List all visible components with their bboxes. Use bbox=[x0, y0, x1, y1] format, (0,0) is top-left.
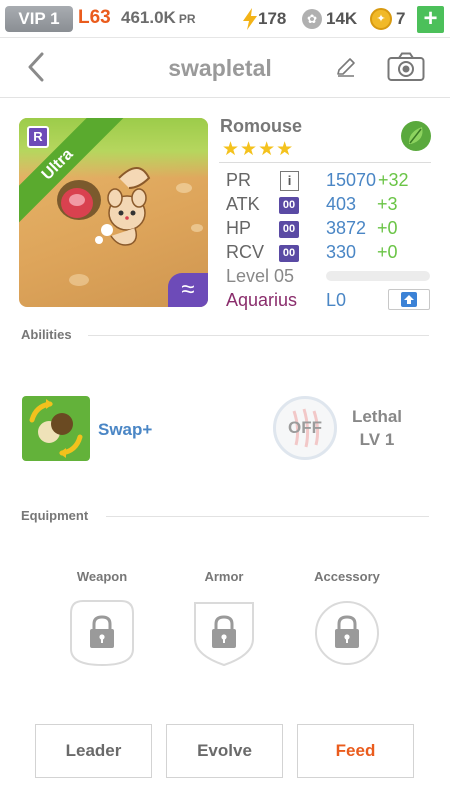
paw-icon: ✿ bbox=[302, 9, 322, 29]
player-level: L63 bbox=[78, 7, 111, 28]
passive-ability-name: Lethal bbox=[351, 407, 403, 426]
experience-bar bbox=[326, 271, 430, 281]
passive-ability-toggle[interactable]: OFF bbox=[273, 396, 337, 460]
armor-label: Armor bbox=[204, 569, 244, 584]
coin-counter[interactable]: ✦ 7 bbox=[370, 6, 405, 32]
stat-value: 330 bbox=[326, 242, 357, 262]
creature-name: Romouse bbox=[220, 116, 303, 136]
upgrade-sign-button[interactable] bbox=[388, 289, 430, 310]
feed-button[interactable]: Feed bbox=[297, 724, 414, 778]
active-ability-name[interactable]: Swap+ bbox=[98, 420, 152, 440]
divider bbox=[88, 335, 429, 336]
stat-row-hp: HP 00 3872 +0 bbox=[226, 218, 436, 242]
stat-value: 15070 bbox=[326, 170, 377, 190]
creature-level: Level 05 bbox=[226, 266, 295, 286]
page-title: swapletal bbox=[168, 55, 272, 81]
stat-row-rcv: RCV 00 330 +0 bbox=[226, 242, 436, 266]
stat-value: 3872 bbox=[326, 218, 367, 238]
armor-slot[interactable] bbox=[191, 599, 257, 667]
leaf-icon bbox=[401, 121, 431, 151]
star-rating: ★★★★ bbox=[222, 139, 295, 160]
equipment-heading: Equipment bbox=[21, 508, 89, 523]
stat-bonus: +32 bbox=[378, 170, 409, 190]
page-header: swapletal bbox=[0, 38, 450, 98]
add-currency-button[interactable]: + bbox=[417, 6, 444, 33]
divider bbox=[106, 516, 429, 517]
status-bar: VIP 1 L63 461.0K PR 178 ✿ 14K ✦ 7 + bbox=[0, 0, 450, 38]
water-type-icon: ≈ bbox=[168, 273, 208, 307]
abilities-heading: Abilities bbox=[21, 327, 72, 342]
stat-label: ATK bbox=[226, 194, 260, 214]
lightning-icon bbox=[243, 8, 257, 30]
zodiac-level: L0 bbox=[326, 290, 347, 310]
swap-ability-icon[interactable] bbox=[22, 396, 90, 461]
stat-label: HP bbox=[226, 218, 252, 238]
evolve-button[interactable]: Evolve bbox=[166, 724, 283, 778]
power-rating-unit: PR bbox=[178, 12, 196, 26]
stat-bonus: +3 bbox=[377, 194, 398, 214]
energy-counter[interactable]: 178 bbox=[242, 6, 286, 32]
power-rating: 461.0K PR bbox=[121, 8, 196, 28]
paw-counter[interactable]: ✿ 14K bbox=[302, 6, 357, 32]
vip-badge[interactable]: VIP 1 bbox=[5, 6, 73, 32]
coin-icon: ✦ bbox=[370, 8, 392, 30]
stat-label: PR bbox=[226, 170, 252, 190]
stat-bonus: +0 bbox=[377, 218, 398, 238]
coin-value: 7 bbox=[396, 9, 406, 28]
rarity-badge: R bbox=[27, 126, 49, 148]
energy-value: 178 bbox=[258, 9, 287, 28]
divider bbox=[219, 162, 431, 163]
creature-portrait[interactable]: Ultra R ≈ bbox=[19, 118, 208, 307]
pencil-icon[interactable] bbox=[335, 56, 357, 78]
stat-label: RCV bbox=[226, 242, 265, 262]
power-rating-value: 461.0K bbox=[121, 8, 176, 27]
paw-value: 14K bbox=[326, 9, 358, 28]
passive-ability-level: LV 1 bbox=[359, 430, 395, 449]
arrow-up-icon bbox=[401, 292, 417, 307]
stat-tag: 00 bbox=[279, 221, 299, 238]
stat-row-atk: ATK 00 403 +3 bbox=[226, 194, 436, 218]
camera-icon[interactable] bbox=[387, 52, 425, 82]
stat-value: 403 bbox=[326, 194, 357, 214]
accessory-slot[interactable] bbox=[314, 599, 380, 667]
stat-tag: 00 bbox=[279, 197, 299, 214]
stat-bonus: +0 bbox=[377, 242, 398, 262]
accessory-label: Accessory bbox=[314, 569, 380, 584]
swap-icon bbox=[29, 399, 83, 458]
off-label: OFF bbox=[288, 418, 322, 437]
leader-button[interactable]: Leader bbox=[35, 724, 152, 778]
info-icon[interactable]: i bbox=[280, 171, 299, 191]
stat-row-pr: PR i 15070 +32 bbox=[226, 170, 436, 194]
weapon-label: Weapon bbox=[76, 569, 128, 584]
stat-tag: 00 bbox=[279, 245, 299, 262]
zodiac-sign: Aquarius bbox=[226, 290, 298, 310]
weapon-slot[interactable] bbox=[69, 599, 135, 667]
